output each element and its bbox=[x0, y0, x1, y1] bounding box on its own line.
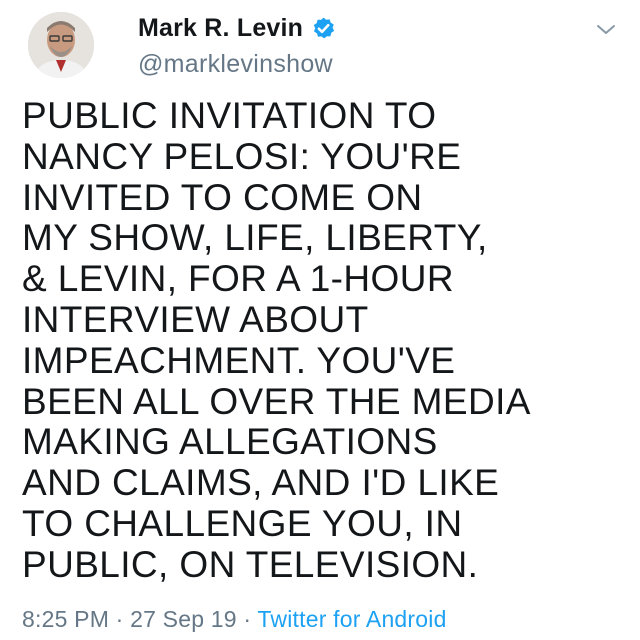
tweet-date[interactable]: 27 Sep 19 bbox=[130, 606, 237, 632]
meta-separator: · bbox=[243, 606, 252, 632]
tweet-text-line: AND CLAIMS, AND I'D LIKE bbox=[22, 462, 500, 504]
tweet-text-line: BEEN ALL OVER THE MEDIA bbox=[22, 380, 531, 422]
avatar[interactable] bbox=[28, 12, 94, 78]
tweet-text-line: MY SHOW, LIFE, LIBERTY, bbox=[22, 217, 488, 259]
tweet-text-line: INVITED TO COME ON bbox=[22, 176, 423, 218]
tweet-metadata: 8:25 PM · 27 Sep 19 · Twitter for Androi… bbox=[22, 606, 447, 633]
tweet-source-link[interactable]: Twitter for Android bbox=[257, 606, 446, 632]
profile-photo-icon bbox=[28, 12, 94, 78]
tweet-text-line: PUBLIC INVITATION TO bbox=[22, 95, 437, 136]
display-name[interactable]: Mark R. Levin bbox=[138, 14, 303, 43]
user-handle[interactable]: @marklevinshow bbox=[138, 50, 333, 79]
meta-separator: · bbox=[115, 606, 124, 632]
tweet-menu-button[interactable] bbox=[594, 22, 618, 38]
tweet-card: Mark R. Levin @marklevinshow PUBLIC INVI… bbox=[0, 0, 640, 640]
author-name-row[interactable]: Mark R. Levin bbox=[138, 14, 336, 43]
verified-badge-icon bbox=[313, 17, 335, 39]
tweet-text-line: TO CHALLENGE YOU, IN bbox=[22, 502, 463, 544]
chevron-down-icon bbox=[597, 25, 615, 34]
tweet-text-line: PUBLIC, ON TELEVISION. bbox=[22, 543, 479, 585]
tweet-text-line: INTERVIEW ABOUT bbox=[22, 298, 369, 340]
tweet-text-line: & LEVIN, FOR A 1-HOUR bbox=[22, 258, 454, 300]
tweet-text: PUBLIC INVITATION TO NANCY PELOSI: YOU'R… bbox=[22, 95, 622, 586]
tweet-text-line: NANCY PELOSI: YOU'RE bbox=[22, 135, 462, 177]
tweet-time[interactable]: 8:25 PM bbox=[22, 606, 109, 632]
tweet-text-line: IMPEACHMENT. YOU'VE bbox=[22, 339, 456, 381]
tweet-text-line: MAKING ALLEGATIONS bbox=[22, 421, 438, 463]
